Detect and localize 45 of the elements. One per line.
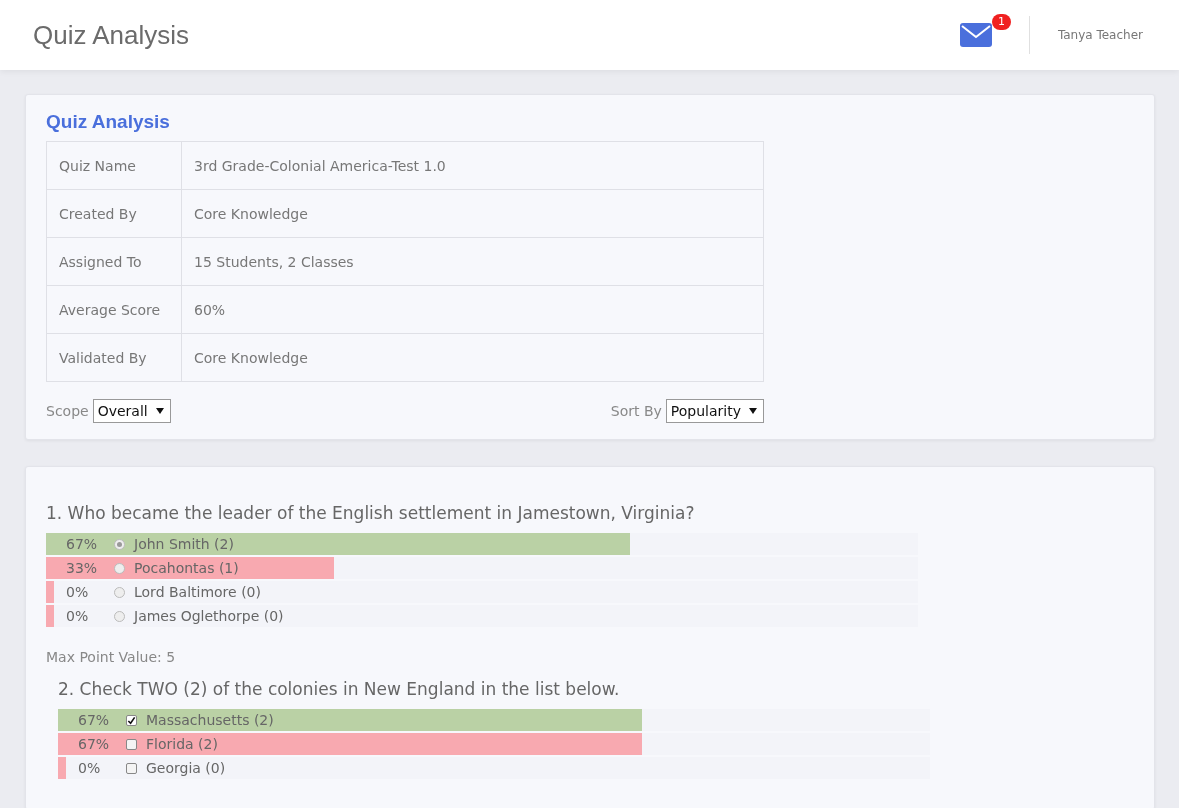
table-cell: Average Score (46, 285, 182, 334)
question-text: 1. Who became the leader of the English settlement in Jamestown, Virginia? (46, 503, 696, 523)
question-text: 2. Check TWO (2) of the colonies in New England in the list below. (58, 679, 621, 699)
checkbox[interactable] (126, 738, 137, 750)
radio-button[interactable] (114, 562, 125, 574)
answer-label: Florida (2) (146, 736, 218, 752)
table-cell: Core Knowledge (181, 189, 764, 238)
checkbox[interactable] (126, 762, 137, 774)
answer-label: Pocahontas (1) (134, 560, 239, 576)
caret-icon (155, 408, 164, 414)
answer-label: John Smith (2) (134, 536, 234, 552)
mail-icon[interactable] (959, 23, 992, 47)
table-cell: Quiz Name (46, 141, 182, 190)
page-title: Quiz Analysis (33, 19, 190, 51)
radio-button[interactable] (114, 586, 125, 598)
percent-text: 67% (78, 736, 111, 752)
answer-label: Georgia (0) (146, 760, 226, 776)
percent-text: 33% (66, 560, 99, 576)
notification-badge: 1 (991, 14, 1011, 30)
table-cell: Core Knowledge (181, 333, 764, 382)
table-cell: Validated By (46, 333, 182, 382)
user-name[interactable]: Tanya Teacher (1057, 28, 1143, 42)
sort-dropdown[interactable]: Popularity (665, 399, 764, 423)
percent-text: 67% (66, 536, 99, 552)
answer-label: James Oglethorpe (0) (134, 608, 284, 624)
radio-button[interactable] (114, 538, 125, 550)
caret-icon (749, 408, 757, 414)
sort-label: Sort By (610, 403, 662, 419)
percent-text: 0% (66, 584, 90, 600)
table-cell: 15 Students, 2 Classes (181, 237, 764, 286)
scope-label: Scope (46, 403, 89, 419)
card-title: Quiz Analysis (46, 111, 171, 133)
table-cell: Created By (46, 189, 182, 238)
percent-text: 0% (66, 608, 90, 624)
answer-label: Massachusetts (2) (146, 712, 274, 728)
max-point-text: Max Point Value: 5 (46, 649, 177, 665)
percent-text: 67% (78, 712, 111, 728)
table-cell: 3rd Grade-Colonial America-Test 1.0 (181, 141, 764, 190)
checkbox[interactable] (126, 714, 137, 726)
scope-dropdown[interactable]: Overall (92, 399, 171, 423)
percent-text: 0% (78, 760, 102, 776)
table-cell: 60% (181, 285, 764, 334)
table-cell: Assigned To (46, 237, 182, 286)
radio-button[interactable] (114, 610, 125, 622)
answer-label: Lord Baltimore (0) (134, 584, 261, 600)
